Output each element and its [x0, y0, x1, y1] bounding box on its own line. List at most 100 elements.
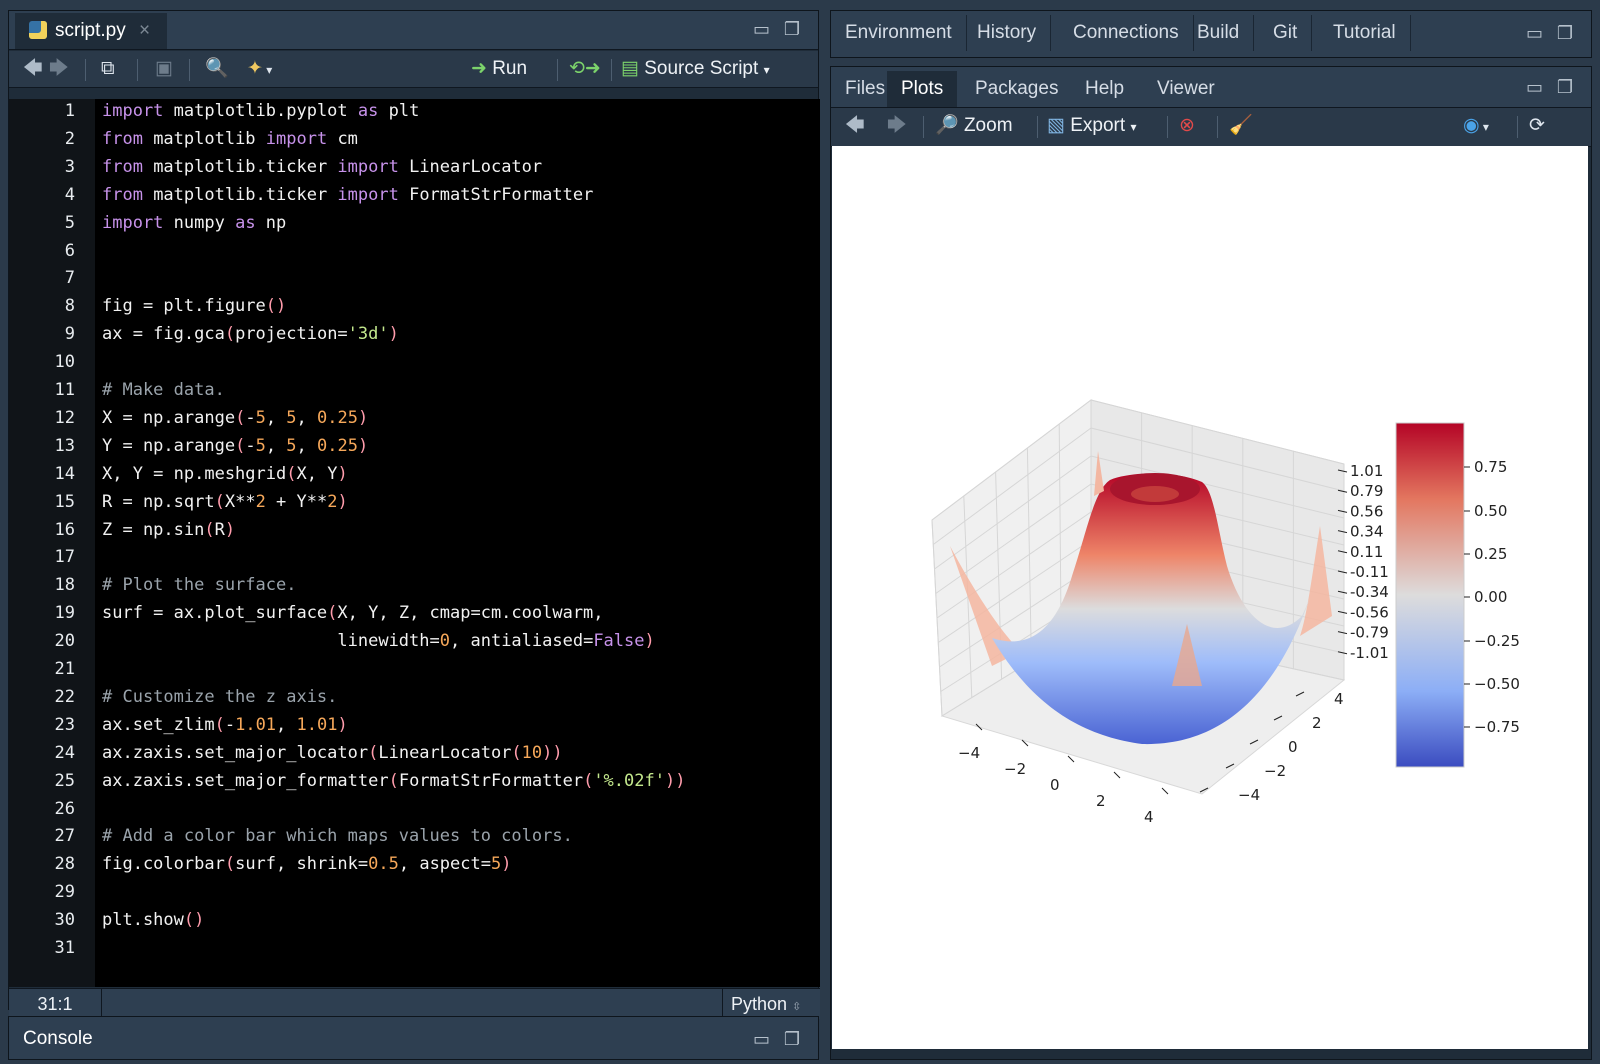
line-number: 3 — [64, 156, 75, 177]
x-tick-mark — [1113, 771, 1121, 779]
plots-toolbar: 🡄 🡆 🔎 Zoom ▧ Export ▾ ⊗ 🧹 ◉ ▾ ⟳ — [831, 108, 1591, 147]
line-number: 18 — [54, 575, 75, 596]
line-number: 16 — [54, 519, 75, 540]
line-number: 2 — [64, 128, 75, 149]
code-line: fig.colorbar(surf, shrink=0.5, aspect=5) — [102, 854, 512, 875]
line-number: 15 — [54, 491, 75, 512]
show-in-window-icon[interactable]: ⧉ — [101, 51, 115, 87]
export-button[interactable]: ▧ Export ▾ — [1047, 108, 1136, 144]
tab-build[interactable]: Build — [1183, 15, 1255, 51]
maximize-icon[interactable]: ❐ — [1557, 77, 1573, 98]
minimize-icon[interactable]: ▭ — [1526, 77, 1543, 98]
code-line: surf = ax.plot_surface(X, Y, Z, cmap=cm.… — [102, 603, 604, 624]
z-tick-label: -1.01 — [1350, 644, 1389, 662]
forward-arrow-icon[interactable]: 🡆 — [49, 51, 69, 87]
broom-icon[interactable]: 🧹 — [1229, 108, 1253, 144]
line-number: 1 — [64, 101, 75, 121]
tab-viewer[interactable]: Viewer — [1143, 71, 1229, 107]
tab-packages[interactable]: Packages — [961, 71, 1072, 107]
tab-connections[interactable]: Connections — [1059, 15, 1194, 51]
close-tab-icon[interactable]: × — [139, 20, 150, 41]
minimize-icon[interactable]: ▭ — [753, 19, 770, 40]
tab-history[interactable]: History — [963, 15, 1052, 51]
z-tick-label: -0.11 — [1350, 563, 1389, 581]
previous-plot-icon[interactable]: 🡄 — [845, 108, 865, 144]
rerun-icon[interactable]: ⟲➜ — [569, 51, 601, 87]
line-number: 24 — [54, 742, 75, 763]
run-button[interactable]: ➜ Run — [471, 51, 527, 87]
colorbar-tick-label: −0.25 — [1474, 632, 1520, 650]
zoom-button[interactable]: 🔎 Zoom — [935, 108, 1013, 144]
tab-tutorial[interactable]: Tutorial — [1319, 15, 1411, 51]
y-tick-label: −2 — [1264, 762, 1286, 780]
code-editor[interactable]: 1 import matplotlib.pyplot as plt 2 from ma… — [9, 99, 820, 987]
source-pane: script.py × ▭ ❐ 🡄 🡆 ⧉ ▣ 🔍 ✦ ▾ ➜ Run ⟲➜ ▤… — [8, 10, 820, 1022]
maximize-icon[interactable]: ❐ — [784, 1029, 800, 1050]
code-line: # Customize the z axis. — [102, 686, 338, 707]
maximize-icon[interactable]: ❐ — [1557, 23, 1573, 44]
code-line: plt.show() — [102, 910, 205, 931]
tab-script-py[interactable]: script.py × — [15, 13, 167, 49]
back-arrow-icon[interactable]: 🡄 — [23, 51, 43, 87]
z-tick-label: 0.34 — [1350, 523, 1383, 541]
toolbar-divider — [189, 59, 190, 81]
z-tick-label: 0.11 — [1350, 543, 1383, 561]
y-tick-label: 0 — [1288, 738, 1298, 756]
code-line: # Make data. — [102, 380, 225, 400]
maximize-icon[interactable]: ❐ — [784, 19, 800, 40]
publish-icon[interactable]: ◉ ▾ — [1463, 108, 1489, 144]
line-number: 30 — [54, 910, 75, 931]
line-number: 23 — [54, 714, 75, 735]
code-line: from matplotlib.ticker import LinearLoca… — [102, 156, 543, 177]
y-tick-label: 4 — [1334, 690, 1344, 708]
x-tick-mark — [1067, 755, 1075, 763]
surface-plot: 1.01 0.79 0.56 0.34 0.11 -0.11 -0.34 -0.56 -0.79… — [931, 398, 1520, 826]
line-number: 31 — [54, 938, 75, 958]
line-number: 14 — [54, 463, 75, 484]
toolbar-divider — [1037, 116, 1038, 138]
z-tick-label: -0.34 — [1350, 583, 1389, 601]
toolbar-divider — [85, 59, 86, 81]
search-icon[interactable]: 🔍 — [205, 51, 229, 87]
remove-plot-icon[interactable]: ⊗ — [1179, 108, 1195, 144]
code-line: R = np.sqrt(X**2 + Y**2) — [102, 491, 348, 512]
colorbar-ticks: 0.75 0.50 0.25 0.00 −0.25 −0.50 −0.75 — [1464, 458, 1520, 736]
tab-help[interactable]: Help — [1071, 71, 1138, 107]
line-number: 17 — [54, 547, 75, 568]
console-title[interactable]: Console — [23, 1017, 93, 1061]
toolbar-divider — [1517, 116, 1518, 138]
tab-git[interactable]: Git — [1259, 15, 1313, 51]
magic-wand-icon[interactable]: ✦ ▾ — [247, 51, 272, 87]
tab-plots[interactable]: Plots — [887, 71, 958, 107]
line-number: 7 — [64, 268, 75, 289]
code-line: ax.set_zlim(-1.01, 1.01) — [102, 714, 348, 735]
plot-viewer: 1.01 0.79 0.56 0.34 0.11 -0.11 -0.34 -0.56 -0.79… — [832, 146, 1588, 1049]
tab-environment[interactable]: Environment — [831, 15, 967, 51]
source-icon: ▤ — [621, 58, 639, 79]
minimize-icon[interactable]: ▭ — [1526, 23, 1543, 44]
code-line: import numpy as np — [102, 212, 287, 233]
source-script-button[interactable]: ▤ Source Script ▾ — [621, 51, 770, 87]
chevron-down-icon: ▾ — [763, 63, 770, 77]
console-pane: Console ▭ ❐ — [8, 1016, 819, 1060]
code-line: linewidth=0, antialiased=False) — [102, 631, 655, 652]
toolbar-divider — [923, 116, 924, 138]
refresh-icon[interactable]: ⟳ — [1529, 108, 1545, 144]
editor-status-bar: 31:1 Python ⇳ — [9, 988, 820, 1022]
language-label: Python — [731, 994, 788, 1014]
colorbar-tick-label: 0.00 — [1474, 588, 1507, 606]
save-icon[interactable]: ▣ — [155, 51, 173, 87]
line-number: 21 — [54, 659, 75, 679]
toolbar-divider — [557, 59, 558, 81]
y-tick-label: 2 — [1312, 714, 1322, 732]
minimize-icon[interactable]: ▭ — [753, 1029, 770, 1050]
code-line: import matplotlib.pyplot as plt — [102, 101, 420, 121]
line-number: 6 — [64, 240, 75, 261]
image-icon: ▧ — [1047, 115, 1065, 136]
line-number: 20 — [54, 631, 75, 652]
code-line: X, Y = np.meshgrid(X, Y) — [102, 463, 348, 484]
source-script-label: Source Script — [644, 58, 759, 79]
line-number: 26 — [54, 798, 75, 819]
line-number: 19 — [54, 603, 75, 624]
next-plot-icon[interactable]: 🡆 — [887, 108, 907, 144]
